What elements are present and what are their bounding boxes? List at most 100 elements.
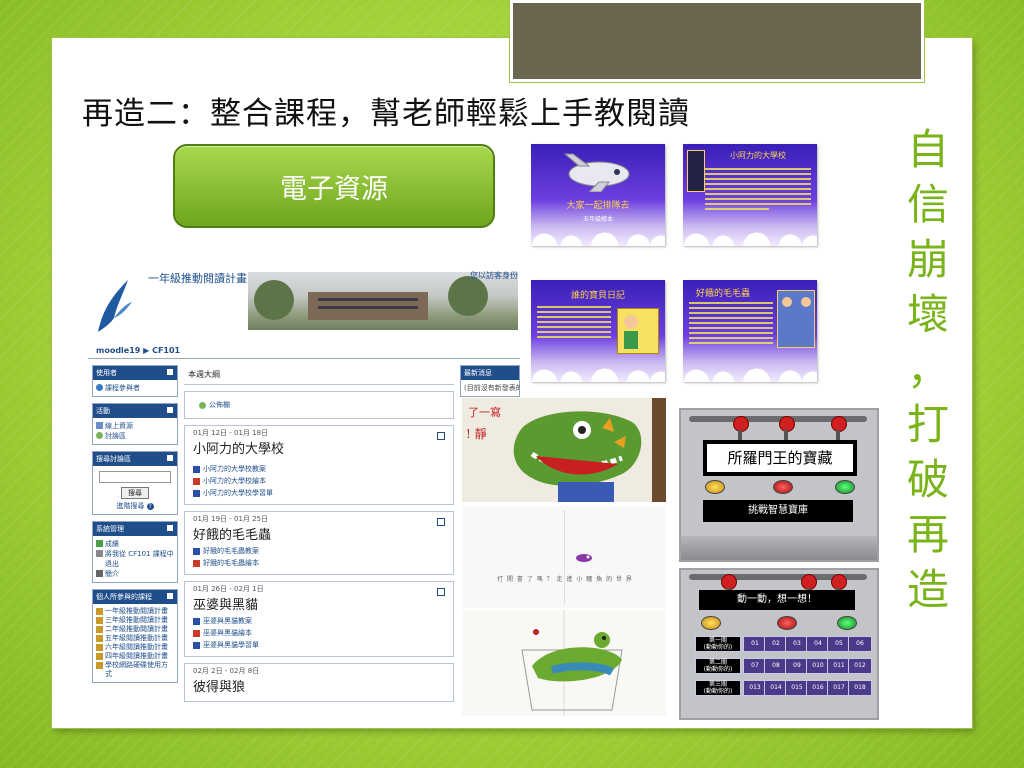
week-date: 01月 19日 - 01月 25日 [193, 515, 269, 523]
block-link[interactable]: 簡介 [105, 569, 119, 579]
course-link[interactable]: 五年級閱讀推動計畫 [105, 634, 168, 643]
block-link[interactable]: 線上資源 [105, 421, 133, 431]
lever-icon[interactable] [733, 416, 749, 442]
collapse-icon[interactable] [166, 454, 174, 462]
bird-logo-icon [98, 280, 132, 332]
thumbnail-title: 誰的寶貝日記 [570, 291, 625, 301]
moodle-header: 一年級推動閱讀計畫 您以訪客身份 [88, 262, 520, 340]
yellow-dial-icon[interactable] [701, 616, 721, 630]
lever-icon[interactable] [831, 416, 847, 442]
word-doc-icon [193, 548, 200, 555]
quiz-panel-levels[interactable]: 動一動，想一想！ 第一關 (動動你的) 01 02 03 04 05 06 第二關 (動動你的… [679, 568, 879, 720]
ppt-thumbnail[interactable]: 好餓的毛毛蟲 [683, 280, 817, 382]
news-forum-link[interactable]: 公佈欄 [209, 400, 230, 410]
course-icon [96, 662, 103, 669]
search-input[interactable] [99, 471, 171, 483]
ppt-thumbnail[interactable]: 誰的寶貝日記 [531, 280, 665, 382]
block-title: 使用者 [96, 369, 117, 377]
focus-week-icon[interactable] [437, 432, 445, 440]
course-link[interactable]: 二年級推動閱讀計畫 [105, 625, 168, 634]
focus-week-icon[interactable] [437, 588, 445, 596]
week-title: 小阿力的大學校 [193, 442, 285, 457]
airplane-icon [563, 153, 630, 192]
resource-link[interactable]: 巫婆與黑貓繪本 [203, 628, 252, 638]
block-title: 活動 [96, 407, 110, 415]
block-activities: 活動 線上資源 討論區 [92, 403, 178, 445]
resource-link[interactable]: 小阿力的大學校教案 [203, 464, 266, 474]
block-link[interactable]: 討論區 [105, 431, 126, 441]
clouds [683, 364, 817, 382]
unenrol-icon [96, 550, 103, 557]
moodle-main-column: 本週大綱 公佈欄 01月 12日 - 01月 18日 小阿力的大學校 小阿力的大… [184, 365, 454, 708]
clouds [531, 364, 665, 382]
resource-link[interactable]: 巫婆與黑貓學習單 [203, 640, 259, 650]
tree [254, 280, 294, 320]
eresource-button[interactable]: 電子資源 [173, 144, 495, 228]
book-cover-image [687, 150, 705, 192]
block-title: 最新消息 [464, 369, 492, 377]
collapse-icon[interactable] [166, 368, 174, 376]
block-latest-news: 最新消息 (目前沒有新發表的 [460, 365, 520, 397]
course-link[interactable]: 四年級閱讀推動計畫 [105, 652, 168, 661]
collapse-icon[interactable] [166, 406, 174, 414]
news-empty-text: (目前沒有新發表的 [464, 384, 520, 392]
green-dial-icon[interactable] [835, 480, 855, 494]
course-link[interactable]: 學校網路硬碟使用方式 [105, 661, 174, 679]
course-link[interactable]: 三年級推動閱讀計畫 [105, 616, 168, 625]
lever-icon[interactable] [779, 416, 795, 442]
search-button[interactable]: 搜尋 [121, 487, 149, 499]
thumbnail-subtitle: 五年級繪本 [582, 216, 613, 223]
level-cell[interactable]: 06 [848, 636, 872, 652]
green-dial-icon[interactable] [837, 616, 857, 630]
pdf-icon [193, 478, 200, 485]
focus-week-icon[interactable] [437, 518, 445, 526]
course-icon [96, 608, 103, 615]
help-icon[interactable]: ? [146, 503, 154, 510]
week-section: 01月 12日 - 01月 18日 小阿力的大學校 小阿力的大學校教案 小阿力的… [184, 425, 454, 505]
block-link[interactable]: 將我從 CF101 課程中退出 [105, 549, 174, 569]
book-cover-image [777, 290, 815, 348]
word-doc-icon [193, 466, 200, 473]
quiz-title: 動一動，想一想！ [699, 590, 855, 610]
resource-link[interactable]: 小阿力的大學校學習單 [203, 488, 273, 498]
challenge-button[interactable]: 挑戰智慧寶庫 [703, 500, 853, 522]
side-char: 信 [906, 180, 949, 229]
yellow-dial-icon[interactable] [705, 480, 725, 494]
panel-base [681, 536, 877, 560]
breadcrumb[interactable]: moodle19 ▶ CF101 [96, 346, 180, 355]
level-cell[interactable]: 018 [848, 680, 872, 696]
small-crocodile-icon [576, 554, 592, 562]
profile-icon [96, 570, 103, 577]
block-link[interactable]: 課程參與者 [105, 383, 140, 393]
users-icon [96, 384, 103, 391]
top-tab-decoration [510, 0, 924, 82]
block-link[interactable]: 成績 [105, 539, 119, 549]
resource-link[interactable]: 好餓的毛毛蟲繪本 [203, 558, 259, 568]
quiz-panel-treasure[interactable]: 所羅門王的寶藏 挑戰智慧寶庫 [679, 408, 879, 562]
side-char: 崩 [906, 235, 949, 284]
level-cell[interactable]: 012 [848, 658, 872, 674]
resource-link[interactable]: 巫婆與黑貓教案 [203, 616, 252, 626]
side-char: 壞 [906, 290, 949, 339]
word-doc-icon [193, 642, 200, 649]
collapse-icon[interactable] [166, 592, 174, 600]
login-status: 您以訪客身份 [470, 271, 518, 280]
ppt-thumbnail[interactable]: 大家一起排隊去 五年級繪本 [531, 144, 665, 246]
svg-text:! 靜: ! 靜 [466, 427, 487, 441]
course-link[interactable]: 六年級閱讀推動計畫 [105, 643, 168, 652]
resource-link[interactable]: 好餓的毛毛蟲教案 [203, 546, 259, 556]
moodle-site-title: 一年級推動閱讀計畫 [148, 272, 247, 285]
ppt-thumbnail[interactable]: 小阿力的大學校 [683, 144, 817, 246]
crocodile-chair-illustration [462, 610, 666, 716]
book-spine [564, 510, 565, 604]
tree [448, 276, 488, 316]
red-dial-icon[interactable] [777, 616, 797, 630]
red-dial-icon[interactable] [773, 480, 793, 494]
resource-link[interactable]: 小阿力的大學校繪本 [203, 476, 266, 486]
grades-icon [96, 540, 103, 547]
collapse-icon[interactable] [166, 524, 174, 532]
advanced-search-link[interactable]: 進階搜尋 [116, 502, 144, 510]
course-icon [96, 653, 103, 660]
course-link[interactable]: 一年級推動閱讀計畫 [105, 607, 168, 616]
news-section: 公佈欄 [184, 391, 454, 419]
